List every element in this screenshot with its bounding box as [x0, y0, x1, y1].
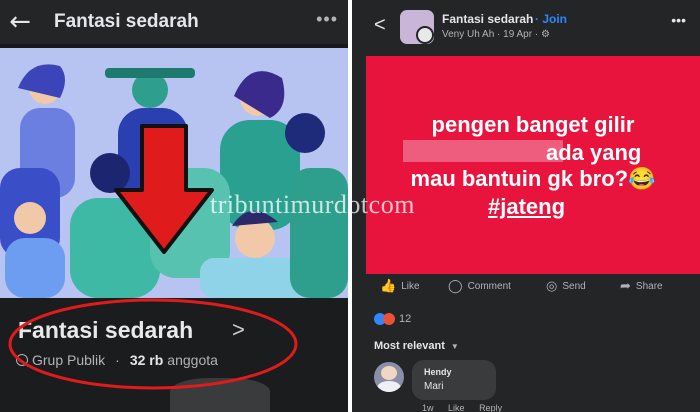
- join-button[interactable]: · Join: [535, 12, 567, 26]
- group-avatar[interactable]: [400, 10, 434, 44]
- poster-avatar: [416, 26, 434, 44]
- blurred-content: [170, 378, 270, 412]
- comment-icon: ◯: [448, 278, 463, 293]
- post-line-3: mau bantuin gk bro?😂: [410, 166, 656, 191]
- share-button[interactable]: ➦ Share: [620, 278, 663, 294]
- group-info-section: Fantasi sedarah > Grup Publik · 32 rb an…: [0, 298, 348, 412]
- left-screenshot: ← Fantasi sedarah ••• Fantasi sedarah > …: [0, 0, 348, 412]
- chevron-right-icon[interactable]: >: [232, 317, 245, 343]
- group-name[interactable]: Fantasi sedarah: [18, 317, 193, 344]
- like-button[interactable]: 👍 Like: [380, 278, 420, 294]
- comment-reply-link[interactable]: Reply: [479, 403, 502, 412]
- group-header-bar: ← Fantasi sedarah •••: [0, 0, 348, 44]
- send-button[interactable]: ◎ Send: [546, 278, 586, 294]
- header-title: Fantasi sedarah: [54, 11, 199, 32]
- post-line-1: pengen banget gilir: [431, 112, 635, 137]
- post-meta: Veny Uh Ah · 19 Apr · ⚙: [442, 29, 550, 40]
- post-content: pengen banget gilir ada yang mau bantuin…: [366, 56, 700, 274]
- comment-sort-dropdown[interactable]: Most relevant ▼: [374, 340, 459, 352]
- meta-separator: ·: [115, 352, 120, 368]
- comment-button[interactable]: ◯ Comment: [448, 278, 511, 294]
- member-count: 32 rb: [129, 352, 164, 368]
- comment-author[interactable]: Hendy: [424, 367, 452, 377]
- reaction-summary[interactable]: 12: [374, 313, 411, 325]
- like-label: Like: [401, 280, 420, 292]
- comment-time: 1w: [422, 403, 434, 412]
- comment-label: Comment: [467, 280, 511, 292]
- post-group-name[interactable]: Fantasi sedarah: [442, 12, 533, 26]
- send-label: Send: [562, 280, 586, 292]
- right-screenshot: < Fantasi sedarah · Join Veny Uh Ah · 19…: [352, 0, 700, 412]
- group-meta: Grup Publik · 32 rb anggota: [16, 352, 218, 368]
- ellipsis-horizontal-icon[interactable]: •••: [671, 12, 686, 28]
- group-cover-image: [0, 48, 348, 298]
- comment-bubble: Hendy Mari: [412, 360, 496, 400]
- post-actions: 👍 Like ◯ Comment ◎ Send ➦ Share: [366, 278, 700, 302]
- ellipsis-horizontal-icon[interactable]: •••: [316, 9, 338, 30]
- share-icon: ➦: [620, 278, 631, 293]
- angry-reaction-icon: [383, 313, 395, 325]
- comment-like-link[interactable]: Like: [448, 403, 465, 412]
- avatar-body: [377, 381, 401, 392]
- messenger-icon: ◎: [546, 278, 558, 293]
- caret-down-icon: ▼: [450, 342, 459, 351]
- thumbs-up-icon: 👍: [380, 278, 397, 293]
- sort-label: Most relevant: [374, 340, 445, 352]
- share-label: Share: [635, 280, 663, 292]
- post-line-2: ada yang: [546, 140, 642, 165]
- globe-icon: [16, 354, 28, 366]
- reaction-count: 12: [399, 313, 412, 325]
- member-label: anggota: [167, 352, 218, 368]
- chevron-left-icon[interactable]: <: [374, 14, 386, 37]
- post-header: < Fantasi sedarah · Join Veny Uh Ah · 19…: [352, 0, 700, 56]
- commenter-avatar[interactable]: [374, 362, 404, 392]
- post-hashtag[interactable]: #jateng: [366, 194, 700, 220]
- comment-text: Mari: [424, 381, 444, 392]
- arrow-left-icon[interactable]: ←: [0, 0, 40, 44]
- avatar-face: [381, 366, 397, 380]
- comment-meta: 1w Like Reply: [422, 403, 514, 412]
- group-privacy: Grup Publik: [32, 352, 106, 368]
